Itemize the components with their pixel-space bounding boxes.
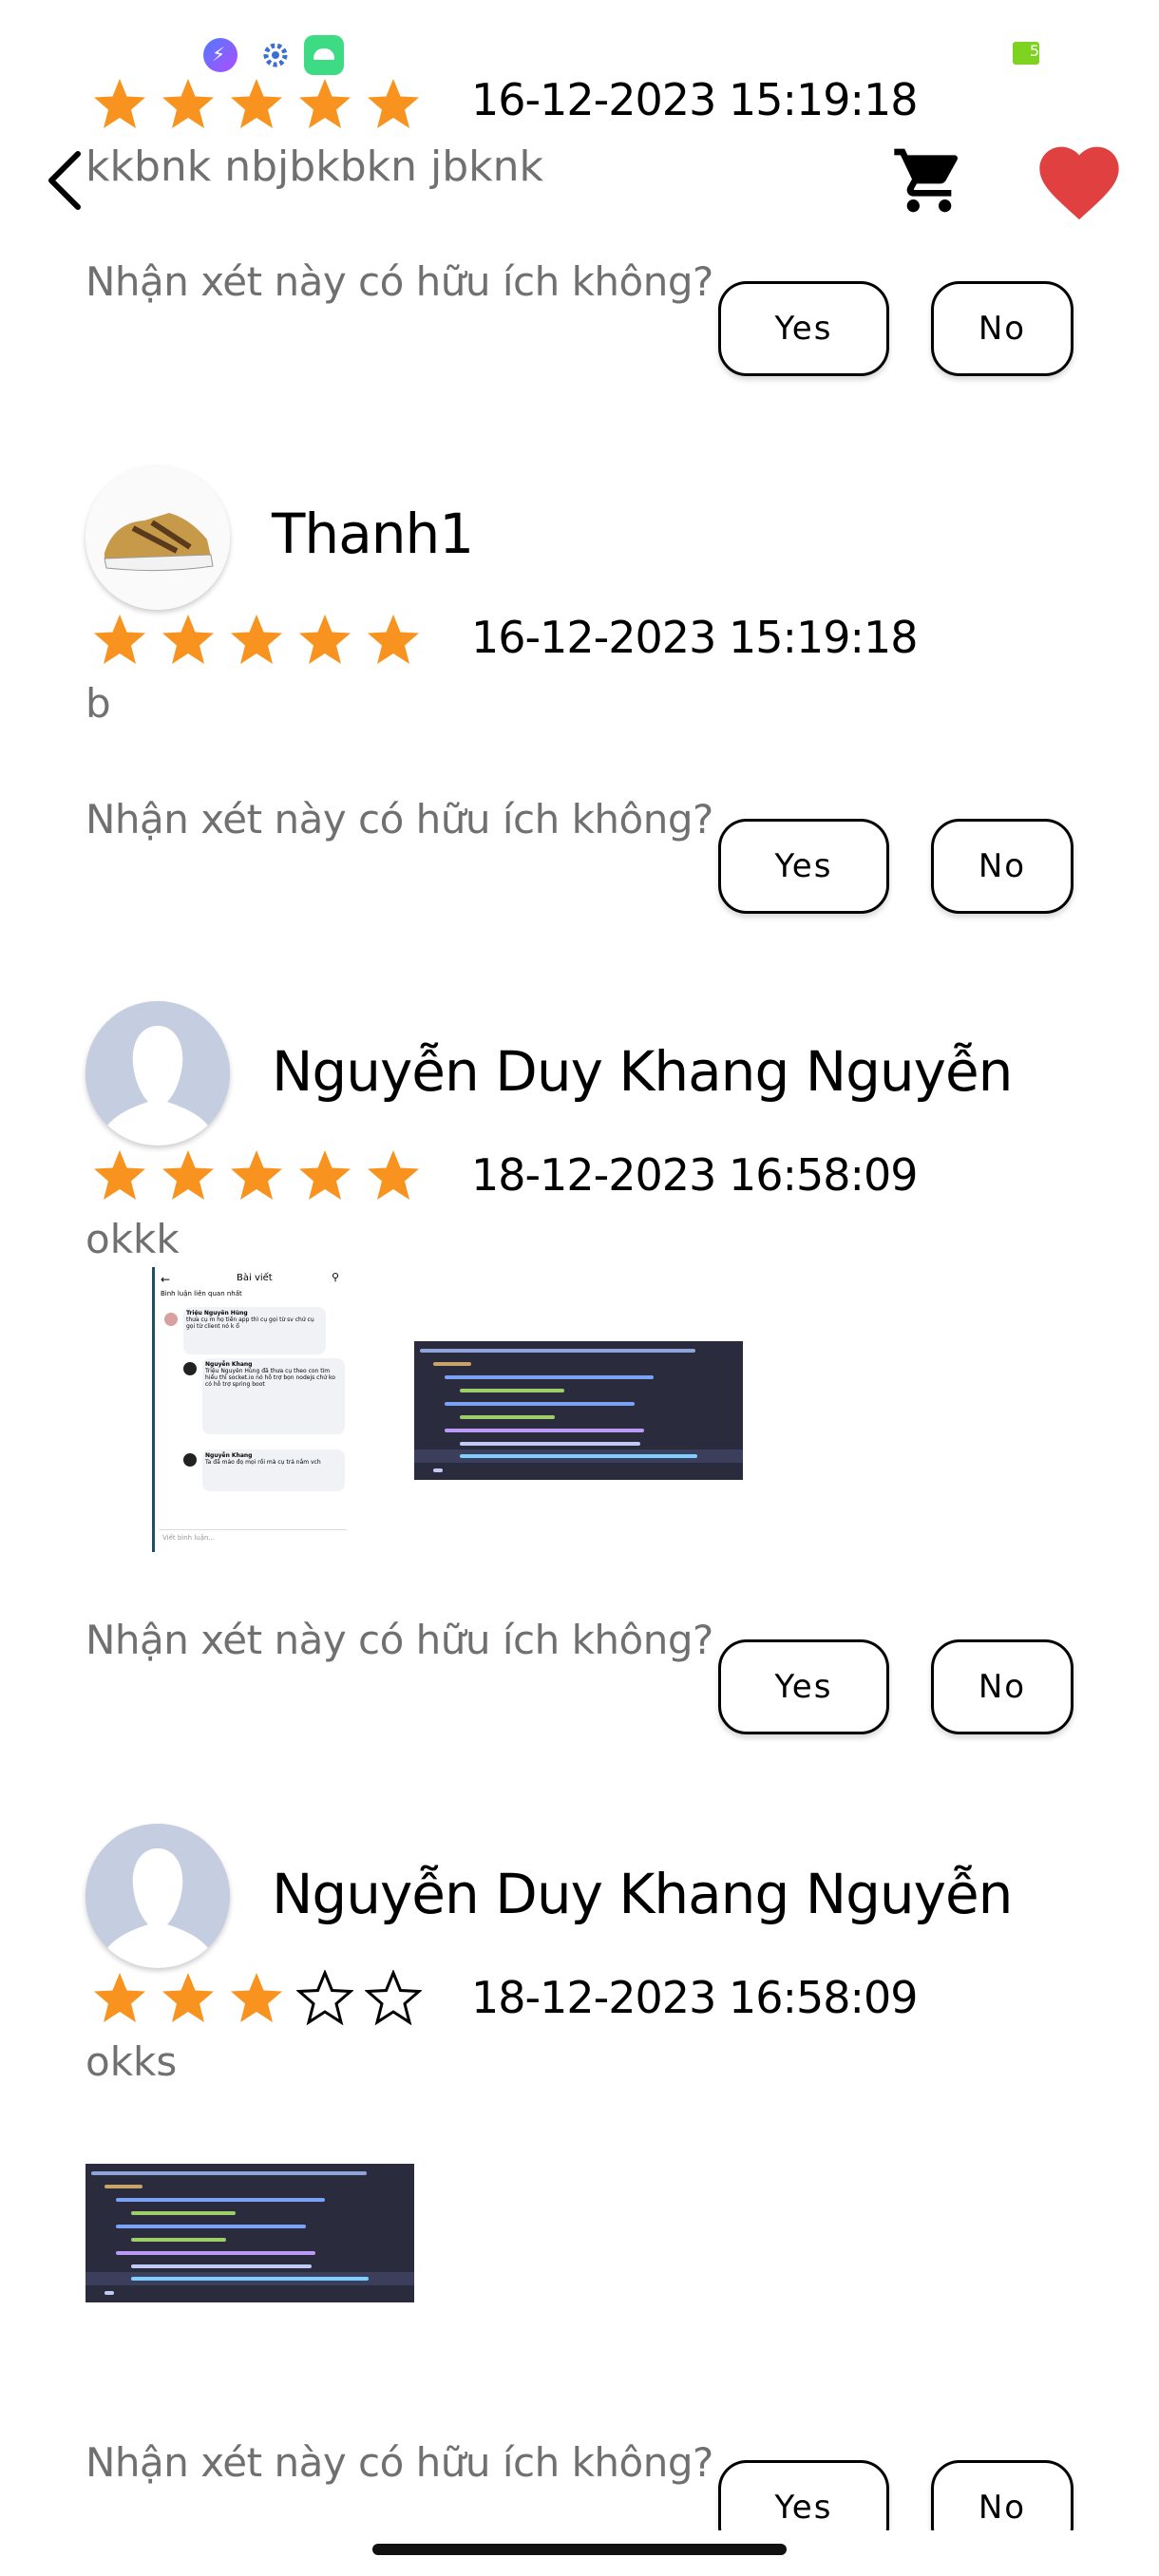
person-silhouette-icon [86,1824,230,1968]
comment-author: Nguyễn Khang [205,1452,253,1459]
search-icon: ⚲ [332,1271,340,1283]
shoe-icon [86,465,230,610]
star-filled-icon [231,79,282,128]
star-filled-icon [94,1973,145,2022]
star-filled-icon [94,1150,145,1200]
review-3-date: 18-12-2023 16:58:09 [471,1972,919,2023]
helpful-question: Nhận xét này có hữu ích không? [86,796,713,843]
gear-icon [258,38,293,72]
yes-button[interactable]: Yes [718,819,889,914]
cart-button[interactable] [891,142,967,218]
star-filled-icon [368,1150,419,1200]
person-silhouette-icon [86,1001,230,1146]
comment-input: Viết bình luận... [159,1529,347,1546]
comment-bubble: Nguyễn Khang Triệu Nguyên Hùng đã thưa c… [202,1358,345,1434]
star-empty-icon [296,1970,353,2026]
battery-level: 5 [1029,42,1039,60]
reviewer-name: Nguyễn Duy Khang Nguyễn [272,1862,1013,1926]
yes-button[interactable]: Yes [718,1639,889,1734]
no-button[interactable]: No [931,1639,1074,1734]
clip-region: Yes No [0,2460,1159,2530]
star-filled-icon [299,79,351,128]
yes-button[interactable]: Yes [718,2460,889,2530]
star-filled-icon [162,615,214,664]
no-button[interactable]: No [931,819,1074,914]
page-title: kkbnk nbjbkbkn jbknk [86,142,543,191]
comment-author: Triệu Nguyên Hùng [186,1310,248,1316]
reviewer-name: Nguyễn Duy Khang Nguyễn [272,1039,1013,1104]
comment-text: thưa cụ m họ tiền app thì cụ gọi từ sv c… [186,1316,314,1330]
avatar [86,1001,230,1146]
review-2-date: 18-12-2023 16:58:09 [471,1149,919,1201]
android-icon [304,35,344,75]
star-filled-icon [368,615,419,664]
star-filled-icon [299,615,351,664]
review-0-date: 16-12-2023 15:19:18 [471,74,919,125]
no-button[interactable]: No [931,2460,1074,2530]
favorite-button[interactable] [1032,133,1127,224]
review-3-stars [91,1970,422,2027]
avatar [183,1453,197,1467]
star-filled-icon [162,79,214,128]
comment-author: Nguyễn Khang [205,1361,253,1368]
comment-text: Triệu Nguyên Hùng đã thưa cụ theo con tì… [205,1368,335,1388]
comment-bubble: Triệu Nguyên Hùng thưa cụ m họ tiền app … [183,1307,326,1354]
avatar [164,1313,178,1326]
review-image-post[interactable]: ← Bài viết ⚲ Bình luận liên quan nhất Tr… [152,1267,352,1552]
home-indicator[interactable] [372,2544,787,2555]
star-filled-icon [231,615,282,664]
helpful-question: Nhận xét này có hữu ích không? [86,258,713,305]
review-comment: okks [86,2038,178,2085]
star-filled-icon [231,1150,282,1200]
avatar [86,1824,230,1968]
back-arrow-icon: ← [161,1273,171,1286]
avatar [86,465,230,610]
messenger-icon [203,38,238,72]
review-0-stars [91,76,422,133]
review-image-code[interactable] [414,1341,743,1480]
comment-bubble: Nguyễn Khang Ta đã mảo đọ mọi rồi mà cụ … [202,1449,345,1491]
review-2-stars [91,1147,422,1204]
star-filled-icon [162,1150,214,1200]
battery-icon: 5 [1013,42,1039,65]
review-1-stars [91,612,422,669]
star-filled-icon [162,1973,214,2022]
cart-icon [894,148,959,213]
review-comment: okkk [86,1216,180,1262]
review-1-date: 16-12-2023 15:19:18 [471,612,919,663]
star-filled-icon [299,1150,351,1200]
yes-button[interactable]: Yes [718,281,889,376]
helpful-question: Nhận xét này có hữu ích không? [86,1617,713,1663]
heart-icon [1039,146,1119,220]
comment-text: Ta đã mảo đọ mọi rồi mà cụ trả nắm vch [205,1459,321,1466]
review-comment: b [86,680,111,727]
star-filled-icon [94,615,145,664]
review-image-code[interactable] [86,2164,414,2302]
star-filled-icon [94,79,145,128]
star-empty-icon [365,1970,422,2026]
reviewer-name: Thanh1 [272,502,474,566]
avatar [183,1362,197,1375]
comment-filter: Bình luận liên quan nhất [161,1290,242,1297]
star-filled-icon [231,1973,282,2022]
star-filled-icon [368,79,419,128]
post-title: Bài viết [237,1273,273,1283]
no-button[interactable]: No [931,281,1074,376]
